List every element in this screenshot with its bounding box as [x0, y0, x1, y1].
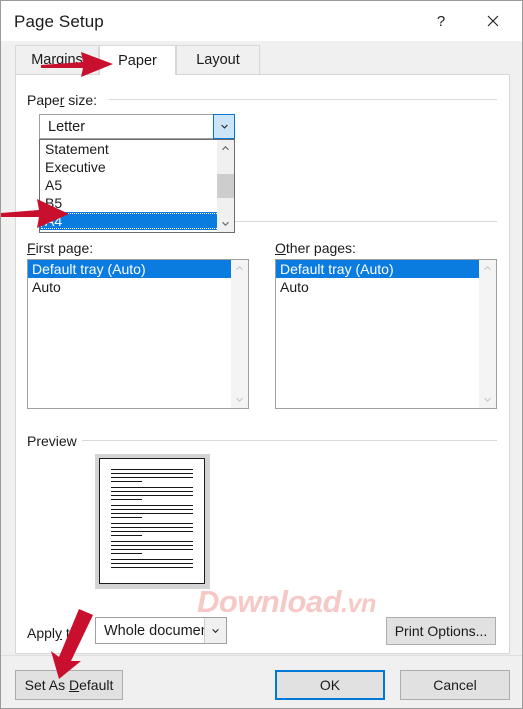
chevron-down-icon	[484, 397, 491, 403]
chevron-up-icon	[236, 265, 243, 271]
preview-text-line	[111, 541, 193, 542]
preview-text-line	[111, 517, 143, 518]
first-page-scroll-down[interactable]	[231, 391, 248, 408]
preview-rule	[82, 440, 497, 441]
chevron-down-icon	[220, 124, 228, 129]
preview-paragraph	[111, 541, 193, 554]
preview-text-line	[111, 469, 193, 470]
paper-size-group-label: Paper size:	[27, 92, 98, 108]
chevron-down-icon	[212, 629, 219, 634]
preview-text-line	[111, 505, 193, 506]
ok-label: OK	[319, 677, 341, 693]
preview-text-line	[111, 553, 143, 554]
first-page-scroll-up[interactable]	[231, 260, 248, 277]
other-pages-scroll-up[interactable]	[479, 260, 496, 277]
preview-text-line	[111, 545, 193, 546]
dropdown-option-a4[interactable]: A4	[40, 212, 234, 230]
paper-size-combo-value: Letter	[48, 118, 86, 135]
ok-button[interactable]: OK	[275, 670, 385, 700]
chevron-down-icon	[236, 397, 243, 403]
page-preview	[95, 454, 210, 589]
print-options-label: Print Options...	[394, 623, 488, 639]
apply-to-label: Apply to	[27, 625, 78, 641]
preview-text-line	[111, 499, 143, 500]
tab-strip: Margins Paper Layout	[15, 45, 510, 75]
apply-to-combo-value: Whole document	[104, 622, 204, 639]
preview-text-line	[111, 473, 193, 474]
tab-layout[interactable]: Layout	[176, 45, 260, 74]
page-setup-dialog: Page Setup ? Margins Paper Layout Paper …	[0, 0, 523, 709]
cancel-label: Cancel	[433, 677, 477, 693]
question-mark-icon: ?	[436, 12, 446, 30]
paper-size-combo-arrow[interactable]	[213, 114, 235, 139]
set-as-default-label: Set As Default	[24, 677, 114, 693]
dropdown-scrollbar[interactable]	[217, 140, 234, 232]
apply-to-combo[interactable]: Whole document	[95, 617, 227, 644]
scrollbar-thumb[interactable]	[217, 174, 234, 198]
preview-paragraph	[111, 559, 193, 568]
dropdown-option-a5[interactable]: A5	[40, 176, 234, 194]
other-pages-item-auto[interactable]: Auto	[276, 278, 496, 296]
first-page-item-auto[interactable]: Auto	[28, 278, 248, 296]
other-pages-item-default-tray[interactable]: Default tray (Auto)	[276, 260, 496, 278]
preview-text-line	[111, 481, 143, 482]
dialog-footer: Set As Default OK Cancel	[1, 655, 522, 708]
dropdown-option-executive[interactable]: Executive	[40, 158, 234, 176]
preview-text-line	[111, 477, 193, 478]
print-options-button[interactable]: Print Options...	[386, 617, 496, 645]
preview-text-line	[111, 495, 193, 496]
tab-margins-label: Margins	[31, 52, 83, 68]
apply-to-combo-arrow[interactable]	[204, 618, 226, 643]
help-button[interactable]: ?	[418, 1, 464, 41]
title-bar: Page Setup ?	[1, 1, 522, 41]
first-page-label: First page:	[27, 240, 94, 256]
dropdown-option-b5[interactable]: B5	[40, 194, 234, 212]
preview-text-line	[111, 531, 193, 532]
preview-text-line	[111, 559, 193, 560]
preview-sheet	[99, 458, 205, 584]
preview-text-line	[111, 567, 193, 568]
preview-text-line	[111, 549, 193, 550]
other-pages-scroll-down[interactable]	[479, 391, 496, 408]
preview-paragraph	[111, 505, 193, 518]
preview-text-line	[111, 563, 193, 564]
first-page-listbox[interactable]: Default tray (Auto) Auto	[27, 259, 249, 409]
preview-text-line	[111, 487, 193, 488]
scroll-up-button[interactable]	[217, 140, 234, 157]
tab-margins[interactable]: Margins	[15, 45, 99, 74]
preview-paragraph	[111, 523, 193, 536]
cancel-button[interactable]: Cancel	[400, 670, 510, 700]
close-icon	[487, 15, 499, 27]
preview-text-line	[111, 527, 193, 528]
scroll-down-button[interactable]	[217, 215, 234, 232]
preview-paragraph	[111, 469, 193, 482]
preview-group-label: Preview	[27, 433, 77, 449]
page-title: Page Setup	[14, 12, 104, 31]
chevron-down-icon	[222, 221, 229, 227]
preview-text-line	[111, 509, 193, 510]
paper-size-dropdown-list[interactable]: Statement Executive A5 B5 A4	[39, 139, 235, 233]
paper-size-combo[interactable]: Letter	[39, 114, 235, 139]
preview-paragraph	[111, 487, 193, 500]
other-pages-listbox[interactable]: Default tray (Auto) Auto	[275, 259, 497, 409]
tab-layout-label: Layout	[196, 52, 240, 68]
chevron-up-icon	[484, 265, 491, 271]
preview-text-line	[111, 491, 193, 492]
set-as-default-button[interactable]: Set As Default	[15, 670, 123, 700]
dropdown-option-statement[interactable]: Statement	[40, 140, 234, 158]
tab-paper-label: Paper	[118, 52, 157, 69]
preview-text-line	[111, 535, 143, 536]
paper-size-rule	[109, 99, 497, 100]
paper-tab-panel: Paper size: Letter Statement Executive A…	[15, 74, 510, 654]
first-page-scrollbar[interactable]	[231, 260, 248, 408]
preview-text-line	[111, 513, 193, 514]
other-pages-label: Other pages:	[275, 240, 356, 256]
tab-paper[interactable]: Paper	[99, 45, 176, 75]
preview-text-line	[111, 523, 193, 524]
chevron-up-icon	[222, 145, 229, 151]
first-page-item-default-tray[interactable]: Default tray (Auto)	[28, 260, 248, 278]
other-pages-scrollbar[interactable]	[479, 260, 496, 408]
close-button[interactable]	[470, 1, 516, 41]
